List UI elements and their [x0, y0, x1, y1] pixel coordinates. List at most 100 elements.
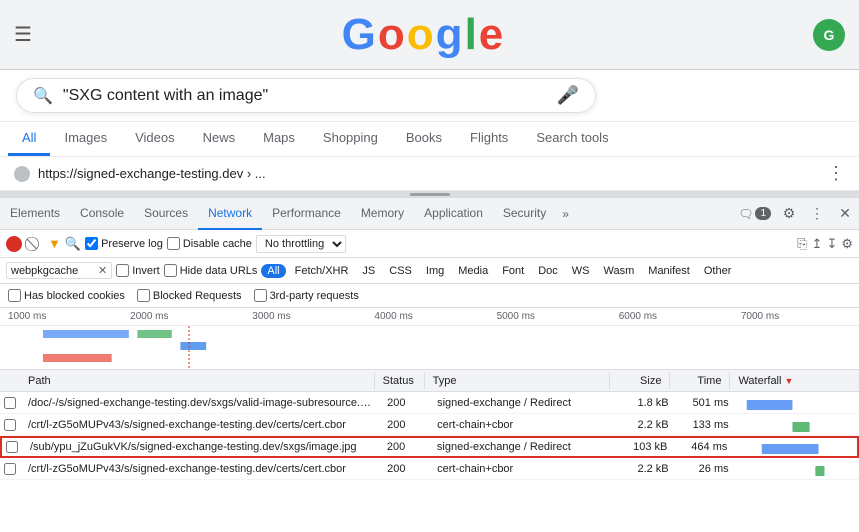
invert-checkbox[interactable]: Invert — [116, 264, 160, 277]
record-btn[interactable] — [6, 236, 22, 252]
filter-other-btn[interactable]: Other — [699, 264, 737, 278]
tab-all[interactable]: All — [8, 122, 50, 156]
search-bar[interactable]: 🔍 "SXG content with an image" 🎤 — [16, 78, 596, 113]
search-tabs: All Images Videos News Maps Shopping Boo… — [0, 122, 859, 157]
tab-videos[interactable]: Videos — [121, 122, 189, 156]
hamburger-icon[interactable]: ☰ — [14, 22, 32, 47]
dt-tab-security[interactable]: Security — [493, 198, 556, 230]
tab-shopping[interactable]: Shopping — [309, 122, 392, 156]
dt-tab-application[interactable]: Application — [414, 198, 493, 230]
dt-tab-memory[interactable]: Memory — [351, 198, 414, 230]
filter-css-btn[interactable]: CSS — [384, 264, 417, 278]
hide-data-urls-checkbox[interactable]: Hide data URLs — [164, 264, 258, 277]
filter-img-btn[interactable]: Img — [421, 264, 449, 278]
table-row-highlighted[interactable]: /sub/ypu_jZuGukVK/s/signed-exchange-test… — [0, 436, 859, 458]
row-status: 200 — [379, 395, 429, 411]
row-type: signed-exchange / Redirect — [429, 395, 617, 411]
dt-tab-network[interactable]: Network — [198, 198, 262, 230]
result-url[interactable]: https://signed-exchange-testing.dev › ..… — [38, 166, 266, 181]
row-checkbox[interactable] — [2, 441, 22, 453]
result-favicon — [14, 166, 30, 182]
devtools-search-bar: ✕ Invert Hide data URLs All Fetch/XHR JS… — [0, 258, 859, 284]
dt-settings-btn[interactable]: ⚙ — [775, 200, 803, 228]
row-waterfall — [737, 414, 859, 436]
dt-more-btn[interactable]: ⋮ — [803, 200, 831, 228]
dt-tab-performance[interactable]: Performance — [262, 198, 351, 230]
clear-btn[interactable]: ⃠ — [26, 235, 44, 252]
search-icon-filter[interactable]: 🔍 — [65, 236, 81, 252]
tab-news[interactable]: News — [189, 122, 250, 156]
row-waterfall — [737, 392, 859, 414]
row-path: /sub/ypu_jZuGukVK/s/signed-exchange-test… — [22, 439, 379, 455]
row-size: 1.8 kB — [617, 395, 677, 411]
col-header-type[interactable]: Type — [425, 373, 611, 389]
timeline-marker-7: 7000 ms — [737, 311, 859, 322]
extra-filters-bar: Has blocked cookies Blocked Requests 3rd… — [0, 284, 859, 308]
third-party-checkbox[interactable]: 3rd-party requests — [254, 289, 359, 302]
tab-images[interactable]: Images — [50, 122, 121, 156]
tab-search-tools[interactable]: Search tools — [522, 122, 622, 156]
filter-media-btn[interactable]: Media — [453, 264, 493, 278]
browser-top-bar: ☰ G o o g l e G — [0, 0, 859, 70]
table-row[interactable]: /crt/l-zG5oMUPv43/s/signed-exchange-test… — [0, 458, 859, 480]
row-time: 133 ms — [677, 417, 737, 433]
col-header-status[interactable]: Status — [375, 373, 425, 389]
dt-console-badge[interactable]: 🗨 1 — [738, 207, 771, 221]
wifi-icon: ⎘ — [797, 236, 807, 252]
import-icon[interactable]: ↥ — [812, 236, 823, 252]
waterfall-sort-icon: ▼ — [784, 376, 793, 386]
dt-tab-elements[interactable]: Elements — [0, 198, 70, 230]
devtools-settings-icon[interactable]: ⚙ — [841, 236, 853, 252]
filter-manifest-btn[interactable]: Manifest — [643, 264, 695, 278]
search-icon: 🔍 — [33, 86, 53, 106]
col-header-size[interactable]: Size — [610, 373, 670, 389]
dt-close-btn[interactable]: ✕ — [831, 200, 859, 228]
col-header-waterfall[interactable]: Waterfall ▼ — [730, 373, 859, 389]
row-path: /crt/l-zG5oMUPv43/s/signed-exchange-test… — [20, 461, 379, 477]
filter-all-btn[interactable]: All — [261, 264, 285, 278]
row-checkbox[interactable] — [0, 419, 20, 431]
col-header-time[interactable]: Time — [670, 373, 730, 389]
profile-avatar[interactable]: G — [813, 19, 845, 51]
filter-ws-btn[interactable]: WS — [567, 264, 595, 278]
filter-icon[interactable]: ▼ — [48, 236, 61, 251]
row-path: /doc/-/s/signed-exchange-testing.dev/sxg… — [20, 395, 379, 411]
dt-tab-sources[interactable]: Sources — [134, 198, 198, 230]
result-more-icon[interactable]: ⋮ — [827, 163, 845, 184]
filter-fetch-xhr-btn[interactable]: Fetch/XHR — [290, 264, 354, 278]
search-bar-container: 🔍 "SXG content with an image" 🎤 — [0, 70, 859, 122]
search-filter-input[interactable] — [11, 265, 96, 277]
devtools-tabbar: Elements Console Sources Network Perform… — [0, 198, 859, 230]
search-result-bar: https://signed-exchange-testing.dev › ..… — [0, 157, 859, 191]
col-header-path[interactable]: Path — [20, 373, 375, 389]
clear-search-btn[interactable]: ✕ — [98, 264, 107, 277]
dt-more-tabs[interactable]: » — [556, 198, 575, 230]
row-checkbox[interactable] — [0, 397, 20, 409]
dt-tab-console[interactable]: Console — [70, 198, 134, 230]
row-status: 200 — [379, 461, 429, 477]
tab-books[interactable]: Books — [392, 122, 456, 156]
google-doodle: G o o g l e — [44, 10, 801, 60]
search-query: "SXG content with an image" — [63, 87, 547, 105]
table-row[interactable]: /crt/l-zG5oMUPv43/s/signed-exchange-test… — [0, 414, 859, 436]
export-icon[interactable]: ↧ — [826, 236, 837, 252]
tab-maps[interactable]: Maps — [249, 122, 309, 156]
preserve-log-checkbox[interactable]: Preserve log — [85, 237, 163, 250]
timeline-marker-1: 1000 ms — [4, 311, 126, 322]
mic-icon[interactable]: 🎤 — [557, 85, 579, 106]
tab-flights[interactable]: Flights — [456, 122, 522, 156]
filter-font-btn[interactable]: Font — [497, 264, 529, 278]
blocked-requests-checkbox[interactable]: Blocked Requests — [137, 289, 242, 302]
row-time: 501 ms — [677, 395, 737, 411]
filter-wasm-btn[interactable]: Wasm — [599, 264, 640, 278]
timeline-marker-6: 6000 ms — [615, 311, 737, 322]
disable-cache-checkbox[interactable]: Disable cache — [167, 237, 252, 250]
table-header: Path Status Type Size Time Waterfall ▼ — [0, 370, 859, 392]
filter-js-btn[interactable]: JS — [357, 264, 380, 278]
throttle-dropdown[interactable]: No throttling — [256, 235, 346, 253]
table-row[interactable]: /doc/-/s/signed-exchange-testing.dev/sxg… — [0, 392, 859, 414]
filter-doc-btn[interactable]: Doc — [533, 264, 563, 278]
row-checkbox[interactable] — [0, 463, 20, 475]
row-size: 2.2 kB — [617, 461, 677, 477]
has-blocked-cookies-checkbox[interactable]: Has blocked cookies — [8, 289, 125, 302]
